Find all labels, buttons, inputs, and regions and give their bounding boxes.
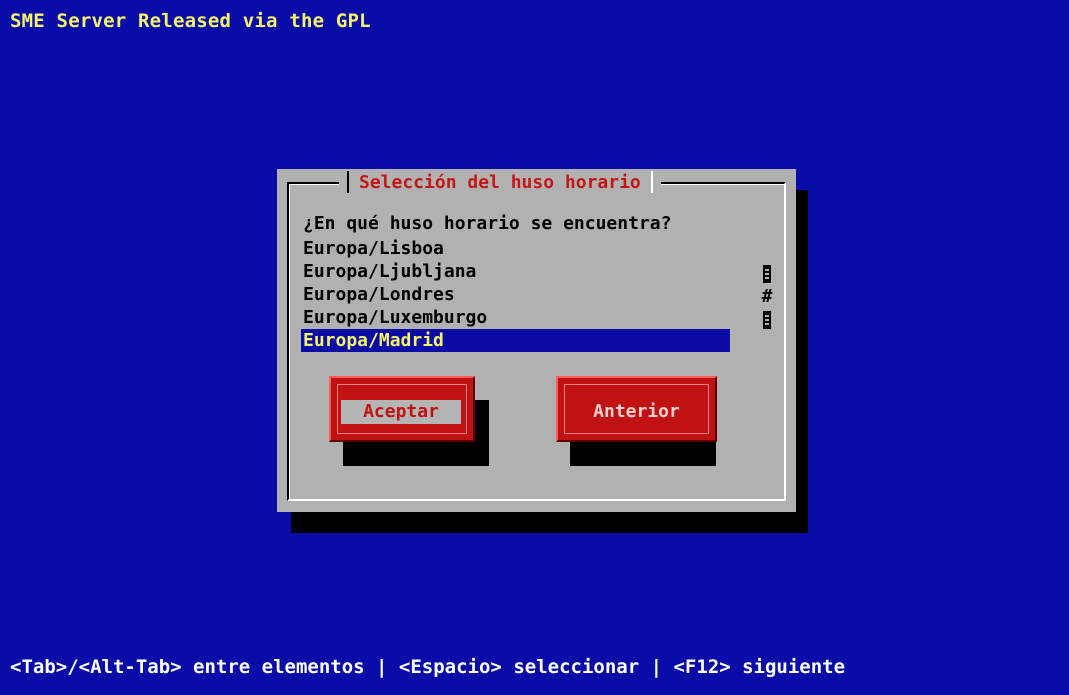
- screen-title: SME Server Released via the GPL: [10, 10, 371, 32]
- scroll-thumb[interactable]: #: [761, 285, 773, 308]
- status-bar: <Tab>/<Alt-Tab> entre elementos | <Espac…: [10, 656, 846, 678]
- list-item[interactable]: Europa/Lisboa: [301, 237, 731, 260]
- previous-button[interactable]: Anterior: [556, 376, 717, 442]
- list-item[interactable]: Europa/Londres: [301, 283, 731, 306]
- dialog-title: Selección del huso horario: [359, 171, 641, 193]
- timezone-list-scrollbar[interactable]: #: [761, 262, 773, 331]
- timezone-list[interactable]: Europa/Lisboa Europa/Ljubljana Europa/Lo…: [301, 237, 731, 352]
- scroll-track-icon: [763, 311, 771, 329]
- previous-button-label: Anterior: [593, 401, 680, 422]
- list-item-selected[interactable]: Europa/Madrid: [301, 329, 730, 352]
- timezone-prompt: ¿En qué huso horario se encuentra?: [303, 213, 672, 234]
- accept-button[interactable]: Aceptar: [329, 376, 475, 442]
- dialog-title-bar: Selección del huso horario: [339, 169, 661, 195]
- accept-button-label: Aceptar: [341, 400, 461, 424]
- list-item[interactable]: Europa/Ljubljana: [301, 260, 731, 283]
- list-item[interactable]: Europa/Luxemburgo: [301, 306, 731, 329]
- scroll-track-icon: [763, 265, 771, 283]
